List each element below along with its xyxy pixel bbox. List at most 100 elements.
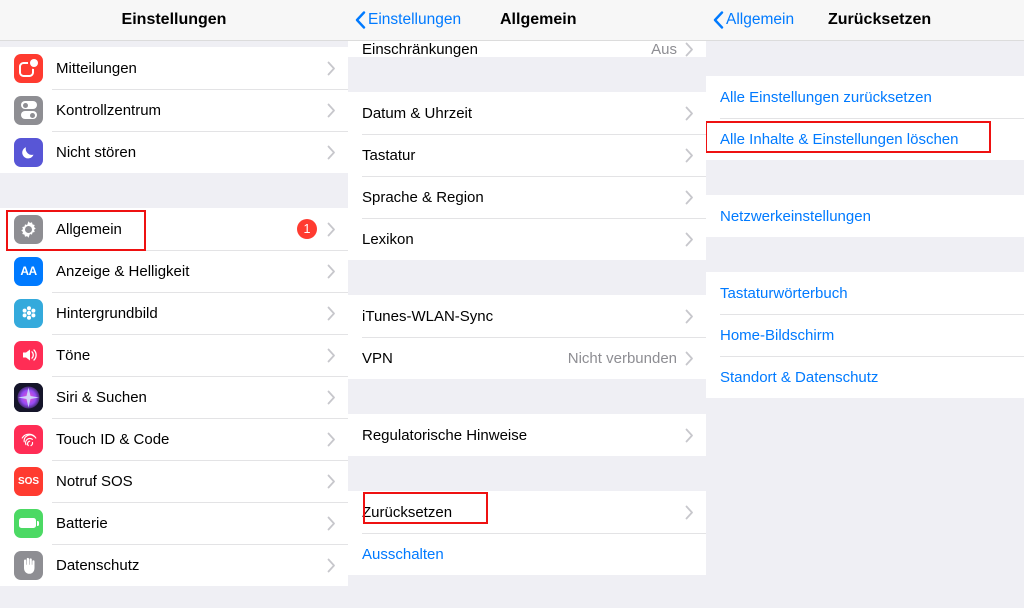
list-item-datum-uhrzeit[interactable]: Datum & Uhrzeit [348,92,706,134]
navbar-general: Einstellungen Allgemein [348,0,706,41]
row-label: Ausschalten [362,545,444,563]
row-label: Siri & Suchen [56,388,147,406]
list-item-ausschalten[interactable]: Ausschalten [348,533,706,575]
list-item-alle-inhalte-einstellungen-loeschen[interactable]: Alle Inhalte & Einstellungen löschen [706,118,1024,160]
chevron-right-icon [685,428,693,442]
navbar-reset: Allgemein Zurücksetzen [706,0,1024,41]
row-label: Alle Einstellungen zurücksetzen [720,88,932,106]
row-value: Aus [651,41,677,57]
list-item-zuruecksetzen[interactable]: Zurücksetzen [348,491,706,533]
chevron-right-icon [327,145,335,159]
group-gap [348,456,706,491]
list-item-vpn[interactable]: VPN Nicht verbunden [348,337,706,379]
row-label: Einschränkungen [362,41,478,57]
list-item-lexikon[interactable]: Lexikon [348,218,706,260]
row-label: Tastatur [362,146,416,164]
list-item-itunes-wlan-sync[interactable]: iTunes-WLAN-Sync [348,295,706,337]
do-not-disturb-icon [14,137,43,167]
sos-icon: SOS [14,466,43,496]
battery-icon [14,508,43,538]
row-label: Home-Bildschirm [720,326,835,344]
page-title-general: Allgemein [500,11,577,28]
row-label: Regulatorische Hinweise [362,426,528,444]
panel-settings: Einstellungen Mitteilungen Kontrollzentr… [0,0,348,608]
list-item-tastatur[interactable]: Tastatur [348,134,706,176]
sidebar-item-kontrollzentrum[interactable]: Kontrollzentrum [0,89,348,131]
row-label: Netzwerkeinstellungen [720,207,871,225]
sidebar-item-notruf-sos[interactable]: SOS Notruf SOS [0,460,348,502]
sidebar-item-datenschutz[interactable]: Datenschutz [0,544,348,586]
reset-group-3: Tastaturwörterbuch Home-Bildschirm Stand… [706,272,1024,398]
reset-scroll-area[interactable]: Alle Einstellungen zurücksetzen Alle Inh… [706,41,1024,608]
group-gap [706,160,1024,195]
row-label: Allgemein [56,220,122,238]
chevron-left-icon [355,11,366,29]
panel-reset: Allgemein Zurücksetzen Alle Einstellunge… [706,0,1024,608]
chevron-left-icon [713,11,724,29]
sidebar-item-anzeige-helligkeit[interactable]: AA Anzeige & Helligkeit [0,250,348,292]
chevron-right-icon [685,505,693,519]
sidebar-item-siri-suchen[interactable]: Siri & Suchen [0,376,348,418]
back-button-einstellungen[interactable]: Einstellungen [348,11,461,29]
chevron-right-icon [327,516,335,530]
sidebar-item-allgemein[interactable]: Allgemein 1 [0,208,348,250]
notifications-icon [14,53,43,83]
row-label: Batterie [56,514,108,532]
sidebar-item-mitteilungen[interactable]: Mitteilungen [0,47,348,89]
general-group-2: iTunes-WLAN-Sync VPN Nicht verbunden [348,295,706,379]
status-badge: 1 [297,219,317,239]
sidebar-item-touch-id-code[interactable]: Touch ID & Code [0,418,348,460]
row-label: Mitteilungen [56,59,137,77]
chevron-right-icon [327,222,335,236]
chevron-right-icon [327,432,335,446]
general-scroll-area[interactable]: Einschränkungen Aus Datum & Uhrzeit Tast… [348,41,706,608]
chevron-right-icon [685,42,693,56]
panel-general: Einstellungen Allgemein Einschränkungen … [348,0,706,608]
group-gap [348,260,706,295]
group-gap [348,57,706,92]
chevron-right-icon [327,558,335,572]
control-center-icon [14,95,43,125]
chevron-right-icon [327,306,335,320]
page-title-settings: Einstellungen [121,11,227,28]
chevron-right-icon [685,148,693,162]
row-label: Lexikon [362,230,414,248]
chevron-right-icon [327,348,335,362]
chevron-right-icon [327,264,335,278]
sidebar-item-batterie[interactable]: Batterie [0,502,348,544]
row-label: Datum & Uhrzeit [362,104,473,122]
row-value: Nicht verbunden [567,349,677,367]
row-label: Tastaturwörterbuch [720,284,848,302]
list-item-regulatorische-hinweise[interactable]: Regulatorische Hinweise [348,414,706,456]
group-gap [348,379,706,414]
list-item-netzwerkeinstellungen[interactable]: Netzwerkeinstellungen [706,195,1024,237]
display-brightness-icon: AA [14,256,43,286]
sidebar-item-toene[interactable]: Töne [0,334,348,376]
privacy-hand-icon [14,550,43,580]
list-item-alle-einstellungen-zuruecksetzen[interactable]: Alle Einstellungen zurücksetzen [706,76,1024,118]
general-group-4: Zurücksetzen Ausschalten [348,491,706,575]
sidebar-item-nicht-stoeren[interactable]: Nicht stören [0,131,348,173]
list-item-tastaturwoerterbuch[interactable]: Tastaturwörterbuch [706,272,1024,314]
list-item-sprache-region[interactable]: Sprache & Region [348,176,706,218]
group-gap [706,237,1024,272]
chevron-right-icon [685,351,693,365]
row-label: Zurücksetzen [362,503,453,521]
list-item-einschraenkungen-partial[interactable]: Einschränkungen Aus [348,41,706,57]
settings-scroll-area[interactable]: Mitteilungen Kontrollzentrum Nicht störe… [0,41,348,608]
chevron-right-icon [327,61,335,75]
list-item-home-bildschirm[interactable]: Home-Bildschirm [706,314,1024,356]
group-gap [706,41,1024,76]
row-label: Standort & Datenschutz [720,368,879,386]
back-button-allgemein[interactable]: Allgemein [706,11,794,29]
row-label: VPN [362,349,393,367]
wallpaper-icon [14,298,43,328]
list-item-standort-datenschutz[interactable]: Standort & Datenschutz [706,356,1024,398]
three-panel-ios-settings: Einstellungen Mitteilungen Kontrollzentr… [0,0,1024,608]
chevron-right-icon [685,106,693,120]
settings-group-1: Mitteilungen Kontrollzentrum Nicht störe… [0,47,348,173]
settings-group-2: Allgemein 1 AA Anzeige & Helligkeit Hint… [0,208,348,586]
chevron-right-icon [327,390,335,404]
reset-group-1: Alle Einstellungen zurücksetzen Alle Inh… [706,76,1024,160]
sidebar-item-hintergrundbild[interactable]: Hintergrundbild [0,292,348,334]
